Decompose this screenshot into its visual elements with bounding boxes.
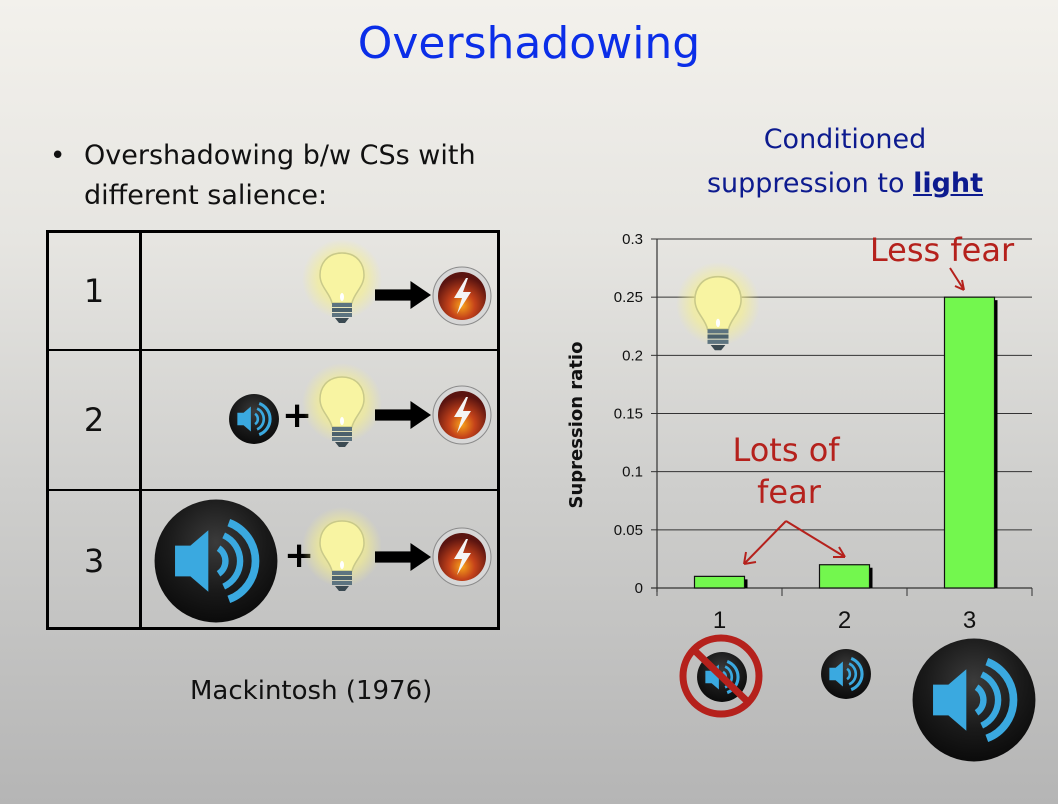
annotation-arrow — [949, 267, 965, 291]
x-tick-label: 3 — [963, 607, 976, 634]
annotation-lots-of-fear-line1: Lots of — [732, 431, 840, 469]
x-tick-label: 1 — [713, 607, 726, 634]
y-tick-label: 0.15 — [614, 406, 643, 423]
annotation-lots-of-fear-line2: fear — [757, 473, 822, 511]
y-tick-label: 0.25 — [614, 289, 643, 306]
bar-1 — [693, 575, 746, 589]
y-tick-label: 0.1 — [622, 464, 643, 481]
annotation-arrow-left — [743, 520, 787, 565]
bar-chart: 0 0.05 0.1 0.15 0.2 0.25 0.3 1 2 3 Supression ra… — [566, 231, 1058, 804]
bar-3 — [943, 296, 996, 589]
y-axis-label: Supression ratio — [566, 342, 587, 509]
large-tone-icon — [913, 639, 1036, 762]
y-tick-label: 0.2 — [622, 347, 643, 364]
x-tick-label: 2 — [838, 607, 851, 634]
small-tone-icon — [820, 648, 872, 700]
crossed-out-small-tone-icon — [679, 634, 763, 718]
y-tick-label: 0.3 — [622, 231, 643, 248]
bar-2 — [818, 564, 871, 589]
annotation-arrow-right — [785, 520, 846, 558]
y-tick-label: 0 — [635, 580, 643, 597]
annotation-less-fear: Less fear — [870, 231, 1015, 269]
light-bulb-icon — [676, 262, 760, 351]
x-tick-labels: 1 2 3 — [713, 607, 976, 634]
y-tick-labels: 0 0.05 0.1 0.15 0.2 0.25 0.3 — [614, 231, 643, 597]
y-tick-label: 0.05 — [614, 522, 643, 539]
